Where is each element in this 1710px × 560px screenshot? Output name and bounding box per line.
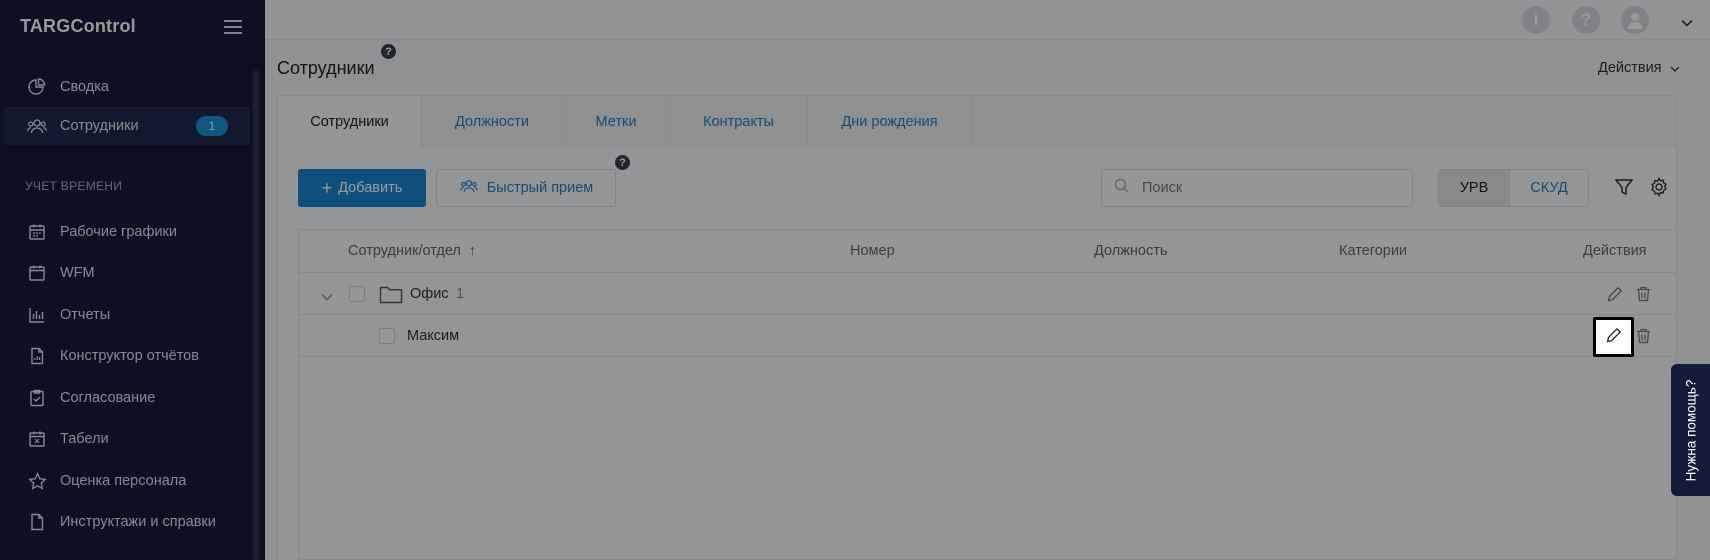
table-row: Максим bbox=[299, 315, 1676, 357]
sidebar-item-label: Рабочие графики bbox=[60, 224, 177, 240]
sidebar-item-report-builder[interactable]: Конструктор отчётов bbox=[4, 337, 250, 375]
bar-chart-icon bbox=[26, 304, 48, 326]
clipboard-check-icon bbox=[26, 387, 48, 409]
tab-tags[interactable]: Метки bbox=[563, 96, 670, 148]
need-help-label: Нужна помощь? bbox=[1683, 379, 1698, 481]
tab-birthdays[interactable]: Дни рождения bbox=[808, 96, 972, 148]
sidebar-item-timesheets[interactable]: Табели bbox=[4, 420, 250, 458]
edit-pencil-icon bbox=[1606, 327, 1622, 348]
info-icon[interactable]: i bbox=[1522, 6, 1550, 34]
sidebar-item-label: WFM bbox=[60, 265, 95, 281]
settings-gear-icon[interactable] bbox=[1648, 176, 1670, 198]
filter-icon[interactable] bbox=[1613, 176, 1635, 198]
need-help-tab[interactable]: Нужна помощь? bbox=[1671, 364, 1710, 496]
search-input[interactable] bbox=[1142, 180, 1392, 196]
sidebar: TARGControl Сводка Сотрудники 1 УЧЕТ ВРЕ… bbox=[0, 0, 265, 560]
table-header: Сотрудник/отдел ↑ Номер Должность Катего… bbox=[299, 230, 1676, 273]
sidebar-item-label: Сотрудники bbox=[60, 118, 139, 134]
column-header-label: Сотрудник/отдел bbox=[348, 243, 461, 259]
column-header-actions: Действия bbox=[1583, 243, 1647, 259]
trash-icon[interactable] bbox=[1633, 284, 1653, 304]
chevron-down-icon[interactable] bbox=[1681, 14, 1693, 32]
report-file-icon bbox=[26, 345, 48, 367]
calendar-icon bbox=[26, 221, 48, 243]
actions-dropdown[interactable]: Действия bbox=[1598, 60, 1680, 76]
quick-hire-button[interactable]: Быстрый прием bbox=[436, 169, 616, 207]
chevron-down-icon bbox=[1670, 60, 1680, 76]
actions-dropdown-label: Действия bbox=[1598, 60, 1662, 76]
app-logo: TARGControl bbox=[20, 16, 136, 36]
column-header-categories: Категории bbox=[1339, 243, 1408, 259]
employees-table: Сотрудник/отдел ↑ Номер Должность Катего… bbox=[298, 229, 1677, 560]
user-avatar-icon[interactable] bbox=[1621, 6, 1649, 34]
users-icon bbox=[459, 178, 479, 198]
sidebar-item-label: Конструктор отчётов bbox=[60, 348, 199, 364]
segment-urv-button[interactable]: УРВ bbox=[1438, 169, 1510, 207]
employees-count-badge: 1 bbox=[196, 116, 228, 136]
search-box[interactable] bbox=[1101, 169, 1413, 207]
menu-toggle-icon[interactable] bbox=[224, 20, 242, 34]
sidebar-item-staff-evaluation[interactable]: Оценка персонала bbox=[4, 462, 250, 500]
sidebar-item-label: Отчеты bbox=[60, 307, 111, 323]
sidebar-item-reports[interactable]: Отчеты bbox=[4, 296, 250, 334]
tab-employees[interactable]: Сотрудники bbox=[278, 96, 422, 148]
sidebar-item-label: Согласование bbox=[60, 390, 156, 406]
tab-positions[interactable]: Должности bbox=[422, 96, 563, 148]
sidebar-scrollbar[interactable] bbox=[253, 70, 259, 560]
sidebar-item-summary[interactable]: Сводка bbox=[4, 68, 250, 106]
users-icon bbox=[26, 115, 48, 137]
sidebar-item-label: Сводка bbox=[60, 79, 109, 95]
sidebar-item-label: Табели bbox=[60, 431, 109, 447]
edit-pencil-icon[interactable] bbox=[1605, 284, 1625, 304]
sidebar-item-wfm[interactable]: WFM bbox=[4, 254, 250, 292]
department-count: 1 bbox=[456, 286, 465, 302]
question-icon[interactable]: ? bbox=[1572, 6, 1600, 34]
row-checkbox[interactable] bbox=[379, 328, 395, 344]
row-checkbox[interactable] bbox=[349, 286, 365, 302]
page-title: Сотрудники bbox=[277, 58, 375, 78]
employee-name[interactable]: Максим bbox=[407, 328, 459, 344]
quick-hire-label: Быстрый прием bbox=[486, 180, 594, 196]
edit-employee-button-highlighted[interactable] bbox=[1593, 317, 1634, 357]
sidebar-item-work-schedules[interactable]: Рабочие графики bbox=[4, 213, 250, 251]
table-row: Офис 1 bbox=[299, 273, 1676, 315]
column-header-employee-sort[interactable]: Сотрудник/отдел ↑ bbox=[348, 243, 476, 259]
department-name[interactable]: Офис bbox=[410, 286, 449, 302]
trash-icon[interactable] bbox=[1633, 326, 1653, 346]
sidebar-item-approval[interactable]: Согласование bbox=[4, 379, 250, 417]
star-icon bbox=[26, 470, 48, 492]
sidebar-item-briefings[interactable]: Инструктажи и справки bbox=[4, 503, 250, 541]
column-header-number: Номер bbox=[850, 243, 895, 259]
segment-skud-button[interactable]: СКУД bbox=[1509, 169, 1589, 207]
add-button-label: Добавить bbox=[338, 180, 403, 196]
quick-hire-help-icon[interactable]: ? bbox=[615, 155, 630, 170]
tab-contracts[interactable]: Контракты bbox=[670, 96, 808, 148]
chevron-down-icon[interactable] bbox=[321, 288, 333, 306]
calendar-blank-icon bbox=[26, 262, 48, 284]
section-label-time-tracking: УЧЕТ ВРЕМЕНИ bbox=[25, 179, 123, 193]
sort-asc-icon: ↑ bbox=[468, 243, 477, 259]
column-header-position: Должность bbox=[1094, 243, 1168, 259]
calendar-x-icon bbox=[26, 428, 48, 450]
search-icon bbox=[1114, 178, 1130, 199]
sidebar-item-label: Оценка персонала bbox=[60, 473, 187, 489]
sidebar-item-employees[interactable]: Сотрудники 1 bbox=[4, 107, 250, 145]
plus-icon: + bbox=[321, 178, 333, 198]
pie-chart-icon bbox=[26, 76, 48, 98]
add-button[interactable]: + Добавить bbox=[298, 169, 426, 207]
top-bar bbox=[265, 0, 1710, 40]
page-help-icon[interactable]: ? bbox=[381, 44, 396, 59]
folder-icon bbox=[379, 284, 403, 309]
document-icon bbox=[26, 511, 48, 533]
tab-bar: Сотрудники Должности Метки Контракты Дни… bbox=[277, 95, 1677, 148]
sidebar-item-label: Инструктажи и справки bbox=[60, 514, 216, 530]
